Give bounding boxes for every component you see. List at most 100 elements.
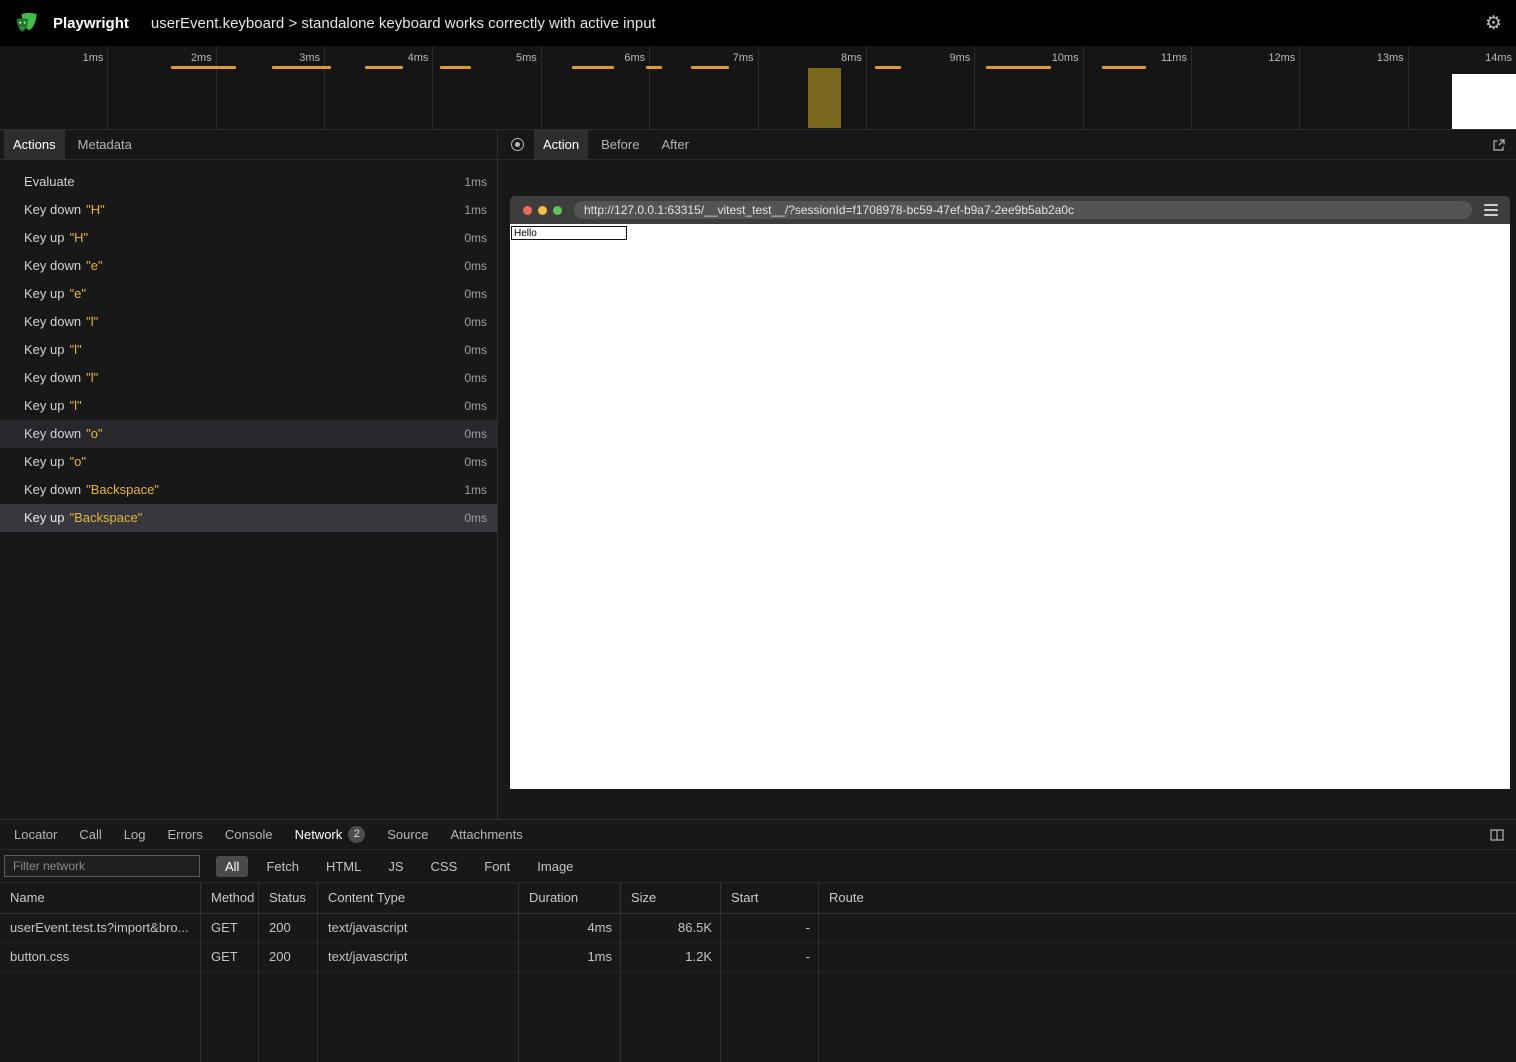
minimize-light-icon — [538, 206, 547, 215]
net-cell-status: 200 — [259, 914, 318, 942]
details-panel: LocatorCallLogErrors Console Network 2 Sourc… — [0, 819, 1516, 1062]
net-cell-method: GET — [201, 943, 259, 971]
action-row[interactable]: Key down"o"0ms — [0, 420, 497, 448]
action-key: "l" — [69, 342, 81, 357]
net-cell-size: 86.5K — [621, 914, 721, 942]
timeline-action-marker[interactable] — [440, 66, 471, 69]
snapshot-text-input[interactable] — [511, 226, 627, 240]
bottom-tab-label: Network — [295, 820, 343, 850]
tab-after[interactable]: After — [652, 130, 697, 160]
filter-chip-all[interactable]: All — [216, 856, 248, 877]
timeline-action-marker[interactable] — [171, 66, 236, 69]
action-row[interactable]: Key up"l" 0ms — [0, 336, 497, 364]
action-row[interactable]: Key down"l" 0ms — [0, 308, 497, 336]
action-row[interactable]: Key up"o"0ms — [0, 448, 497, 476]
maximize-light-icon — [553, 206, 562, 215]
timeline-action-marker[interactable] — [1102, 66, 1146, 69]
action-title: Key down"l" — [24, 364, 98, 392]
bottom-tab-errors[interactable]: Errors — [157, 820, 212, 850]
column-header-size: Size — [621, 883, 721, 913]
column-header-method: Method — [201, 883, 259, 913]
filter-chip-css[interactable]: CSS — [422, 856, 467, 877]
action-row[interactable]: Evaluate1ms — [0, 168, 497, 196]
net-cell-content_type: text/javascript — [318, 914, 519, 942]
filter-chip-image[interactable]: Image — [528, 856, 582, 877]
action-title: Key up"e" — [24, 280, 86, 308]
net-cell-start: - — [721, 943, 819, 971]
net-cell-status: 200 — [259, 943, 318, 971]
action-title: Key down"l" — [24, 308, 98, 336]
action-duration: 0ms — [464, 420, 487, 448]
snapshot-tabbar: Action Before After — [499, 130, 1516, 160]
tab-action[interactable]: Action — [534, 130, 588, 160]
network-row[interactable]: userEvent.test.ts?import&bro...GET200tex… — [0, 914, 1516, 943]
column-header-name: Name — [0, 883, 201, 913]
filter-chip-js[interactable]: JS — [379, 856, 412, 877]
network-count-badge: 2 — [348, 826, 365, 843]
bottom-tab-network[interactable]: Network 2 — [285, 820, 376, 850]
action-row[interactable]: Key up"e"0ms — [0, 280, 497, 308]
film-strip-frame[interactable] — [1452, 74, 1516, 129]
network-filter-chips: All Fetch HTML JS CSS Font Image — [216, 856, 582, 877]
filter-network-input[interactable] — [4, 855, 200, 877]
bottom-tab-log[interactable]: Log — [114, 820, 156, 850]
timeline-action-marker[interactable] — [875, 66, 901, 69]
action-duration: 0ms — [464, 448, 487, 476]
filter-chip-fetch[interactable]: Fetch — [257, 856, 308, 877]
bottom-tab-locator[interactable]: Locator — [4, 820, 67, 850]
tab-actions[interactable]: Actions — [4, 130, 65, 160]
timeline[interactable]: 1ms2ms3ms4ms5ms6ms7ms8ms9ms10ms11ms12ms1… — [0, 46, 1516, 130]
bottom-tab-call[interactable]: Call — [69, 820, 111, 850]
timeline-action-marker[interactable] — [572, 66, 614, 69]
tab-metadata[interactable]: Metadata — [69, 130, 141, 160]
action-row[interactable]: Key up"H"0ms — [0, 224, 497, 252]
pick-locator-icon[interactable] — [511, 138, 524, 151]
action-row[interactable]: Key up"Backspace"0ms — [0, 504, 497, 532]
settings-gear-icon[interactable]: ⚙ — [1485, 14, 1502, 33]
timeline-markers-layer — [0, 46, 1516, 129]
test-case-title: userEvent.keyboard > standalone keyboard… — [151, 15, 656, 32]
action-key: "H" — [86, 202, 105, 217]
bottom-tab-attachments[interactable]: Attachments — [440, 820, 532, 850]
column-header-route: Route — [819, 883, 1516, 913]
snapshot-panel: Action Before After http://127.0.0.1:633… — [499, 130, 1516, 819]
action-key: "l" — [69, 398, 81, 413]
bottom-tab-source[interactable]: Source — [377, 820, 438, 850]
bottom-tab-label: Console — [225, 820, 273, 850]
net-cell-size: 1.2K — [621, 943, 721, 971]
timeline-action-marker[interactable] — [272, 66, 331, 69]
net-cell-name: button.css — [0, 943, 201, 971]
action-key: "o" — [69, 454, 85, 469]
timeline-action-marker[interactable] — [365, 66, 403, 69]
action-row[interactable]: Key down"H"1ms — [0, 196, 497, 224]
net-cell-method: GET — [201, 914, 259, 942]
network-filterbar: All Fetch HTML JS CSS Font Image — [0, 850, 1516, 883]
network-row[interactable]: button.cssGET200text/javascript1ms1.2K- — [0, 943, 1516, 972]
bottom-tab-label: Attachments — [450, 820, 522, 850]
tab-before[interactable]: Before — [592, 130, 648, 160]
action-duration: 0ms — [464, 308, 487, 336]
panel-layout-toggle-icon[interactable] — [1490, 828, 1504, 842]
action-title: Key up"Backspace" — [24, 504, 142, 532]
timeline-selected-range — [808, 68, 841, 128]
bottom-tab-console[interactable]: Console — [215, 820, 283, 850]
action-row[interactable]: Key down"l"0ms — [0, 364, 497, 392]
action-row[interactable]: Key down"e"0ms — [0, 252, 497, 280]
action-duration: 0ms — [464, 336, 487, 364]
timeline-action-marker[interactable] — [986, 66, 1051, 69]
snapshot-page — [510, 224, 1510, 789]
close-light-icon — [523, 206, 532, 215]
action-row[interactable]: Key up"l"0ms — [0, 392, 497, 420]
timeline-action-marker[interactable] — [691, 66, 729, 69]
filter-chip-font[interactable]: Font — [475, 856, 519, 877]
open-snapshot-external-icon[interactable] — [1492, 138, 1506, 152]
action-duration: 1ms — [464, 196, 487, 224]
action-row[interactable]: Key down"Backspace"1ms — [0, 476, 497, 504]
actions-tabbar: Actions Metadata — [0, 130, 497, 160]
timeline-action-marker[interactable] — [646, 66, 662, 69]
column-header-start: Start — [721, 883, 819, 913]
action-title: Key up"l" — [24, 336, 82, 364]
filter-chip-html[interactable]: HTML — [317, 856, 370, 877]
network-table-fill — [0, 972, 1516, 1062]
action-duration: 0ms — [464, 252, 487, 280]
